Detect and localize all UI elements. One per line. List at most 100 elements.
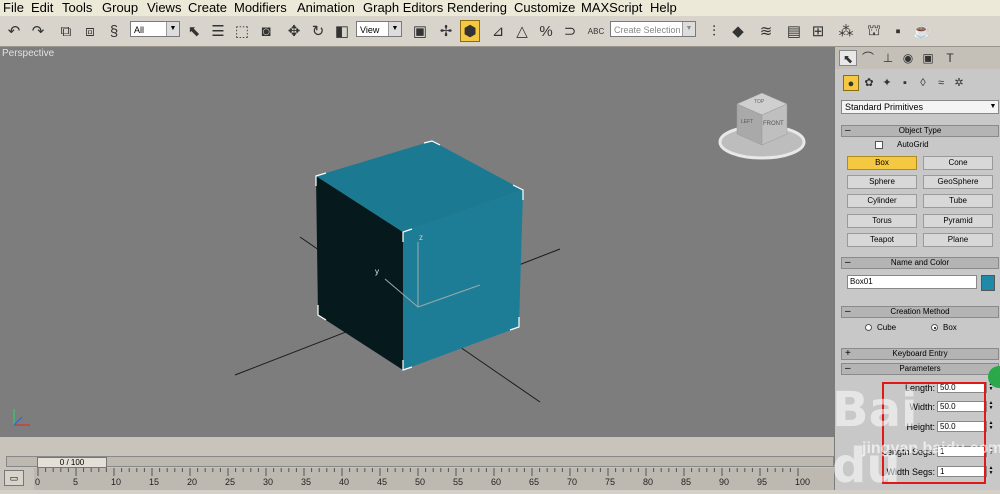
tab-create-icon[interactable]: ⬉	[839, 50, 857, 66]
box-radio[interactable]	[931, 324, 938, 331]
systems-icon[interactable]: ✲	[951, 75, 967, 91]
align-icon[interactable]: ◆	[728, 20, 748, 42]
keyboard-entry-rollout-header[interactable]: + Keyboard Entry	[841, 348, 999, 360]
menu-graph-editors[interactable]: Graph Editors	[363, 0, 443, 16]
autogrid-checkbox[interactable]	[875, 141, 883, 149]
percent-snap-icon[interactable]: %	[536, 20, 556, 42]
move-icon[interactable]: ✥	[284, 20, 304, 42]
selection-filter-dropdown[interactable]: All ▼	[130, 21, 180, 37]
menu-views[interactable]: Views	[147, 0, 181, 16]
menu-help[interactable]: Help	[650, 0, 677, 16]
cylinder-button[interactable]: Cylinder	[847, 194, 917, 208]
menu-customize[interactable]: Customize	[514, 0, 575, 16]
menu-animation[interactable]: Animation	[297, 0, 355, 16]
viewcube-top-label[interactable]: TOP	[754, 99, 764, 105]
shapes-icon[interactable]: ✿	[861, 75, 877, 91]
tube-button[interactable]: Tube	[923, 194, 993, 208]
select-manipulate-icon[interactable]: ✢	[436, 20, 456, 42]
edit-named-selection-icon[interactable]: ABC	[586, 20, 606, 42]
menu-file[interactable]: File	[3, 0, 24, 16]
menu-modifiers[interactable]: Modifiers	[234, 0, 287, 16]
menu-maxscript[interactable]: MAXScript	[581, 0, 642, 16]
material-editor-icon[interactable]: ⛫	[864, 20, 884, 42]
ruler-tick-label: 35	[301, 477, 312, 487]
redo-icon[interactable]: ↷	[28, 20, 48, 42]
frame-ruler[interactable]: 0 5 10 15 20 25 30 35 40 45 50 55 60 65 70 75 80 85 90 95 10…	[34, 468, 834, 490]
menu-tools[interactable]: Tools	[62, 0, 92, 16]
ruler-tick-label: 50	[415, 477, 426, 487]
snaps-toggle-icon[interactable]: ⊿	[488, 20, 508, 42]
select-object-icon[interactable]: ⬉	[184, 20, 204, 42]
object-name-input[interactable]: Box01	[847, 275, 977, 289]
tab-hierarchy-icon[interactable]: ⊥	[879, 50, 897, 66]
width-segs-spinner-icon[interactable]: ▲ ▼	[987, 466, 995, 477]
angle-snap-icon[interactable]: △	[512, 20, 532, 42]
perspective-viewport[interactable]: Perspective z y TOP LEFT FRONT	[0, 47, 834, 437]
render-setup-icon[interactable]: ▪	[888, 20, 908, 42]
geosphere-button[interactable]: GeoSphere	[923, 175, 993, 189]
height-spinner-icon[interactable]: ▲ ▼	[987, 421, 995, 432]
rotate-icon[interactable]: ↻	[308, 20, 328, 42]
ruler-tick-label: 60	[491, 477, 502, 487]
menu-edit[interactable]: Edit	[31, 0, 53, 16]
width-spinner-icon[interactable]: ▲ ▼	[987, 401, 995, 412]
spinner-snap-icon[interactable]: ⊃	[560, 20, 580, 42]
time-slider-thumb[interactable]: 0 / 100	[37, 457, 107, 468]
menu-rendering[interactable]: Rendering	[447, 0, 507, 16]
cone-button[interactable]: Cone	[923, 156, 993, 170]
bind-spacewarp-icon[interactable]: §	[104, 20, 124, 42]
geometry-icon[interactable]: ●	[843, 75, 859, 91]
cameras-icon[interactable]: ▪	[897, 75, 913, 91]
keyboard-shortcut-override-icon[interactable]: ⬢	[460, 20, 480, 42]
render-teapot-icon[interactable]: ☕	[912, 20, 932, 42]
sphere-button[interactable]: Sphere	[847, 175, 917, 189]
curve-editor-icon[interactable]: ⊞	[808, 20, 828, 42]
layer-manager-icon[interactable]: ≋	[756, 20, 776, 42]
ruler-tick-label: 95	[757, 477, 768, 487]
schematic-view-icon[interactable]: ⁂	[836, 20, 856, 42]
menu-create[interactable]: Create	[188, 0, 227, 16]
pyramid-button[interactable]: Pyramid	[923, 214, 993, 228]
parameters-rollout-header[interactable]: – Parameters	[841, 363, 999, 375]
named-selection-dropdown[interactable]: Create Selection Se ▼	[610, 21, 696, 37]
select-by-name-icon[interactable]: ☰	[208, 20, 228, 42]
menu-group[interactable]: Group	[102, 0, 138, 16]
select-link-icon[interactable]: ⧉	[56, 20, 76, 42]
tab-display-icon[interactable]: ▣	[919, 50, 937, 66]
graphite-tools-icon[interactable]: ▤	[784, 20, 804, 42]
tab-motion-icon[interactable]: ◉	[899, 50, 917, 66]
spacewarps-icon[interactable]: ≈	[933, 75, 949, 91]
plane-button[interactable]: Plane	[923, 233, 993, 247]
lights-icon[interactable]: ✦	[879, 75, 895, 91]
name-color-rollout-header[interactable]: – Name and Color	[841, 257, 999, 269]
viewcube-left-label[interactable]: LEFT	[741, 119, 753, 125]
object-type-rollout-header[interactable]: – Object Type	[841, 125, 999, 137]
length-segs-spinner-icon[interactable]: ▲ ▼	[987, 446, 995, 457]
undo-icon[interactable]: ↶	[4, 20, 24, 42]
pivot-center-icon[interactable]: ▣	[410, 20, 430, 42]
mirror-icon[interactable]: ⫶	[704, 20, 724, 42]
rect-selection-icon[interactable]: ⬚	[232, 20, 252, 42]
unlink-icon[interactable]: ⧈	[80, 20, 100, 42]
window-crossing-icon[interactable]: ◙	[256, 20, 276, 42]
tab-modify-icon[interactable]: ⌒	[859, 50, 877, 66]
mini-curve-editor-icon[interactable]: ▭	[4, 470, 24, 486]
time-slider[interactable]: 0 / 100	[6, 456, 834, 468]
object-color-swatch[interactable]	[981, 275, 995, 291]
helpers-icon[interactable]: ◊	[915, 75, 931, 91]
box-button[interactable]: Box	[847, 156, 917, 170]
torus-button[interactable]: Torus	[847, 214, 917, 228]
ref-coord-dropdown[interactable]: View ▼	[356, 21, 402, 37]
scale-icon[interactable]: ◧	[332, 20, 352, 42]
teapot-button[interactable]: Teapot	[847, 233, 917, 247]
chevron-down-icon: ▼	[989, 103, 997, 110]
cube-radio[interactable]	[865, 324, 872, 331]
primitive-category-dropdown[interactable]: Standard Primitives ▼	[841, 100, 999, 114]
viewcube-front-label[interactable]: FRONT	[763, 121, 784, 127]
ruler-tick-label: 80	[643, 477, 654, 487]
ruler-tick-label: 90	[719, 477, 730, 487]
tab-utilities-icon[interactable]: T	[941, 50, 959, 66]
creation-method-rollout-header[interactable]: – Creation Method	[841, 306, 999, 318]
chevron-down-icon: ▼	[166, 22, 179, 36]
ruler-tick-label: 20	[187, 477, 198, 487]
